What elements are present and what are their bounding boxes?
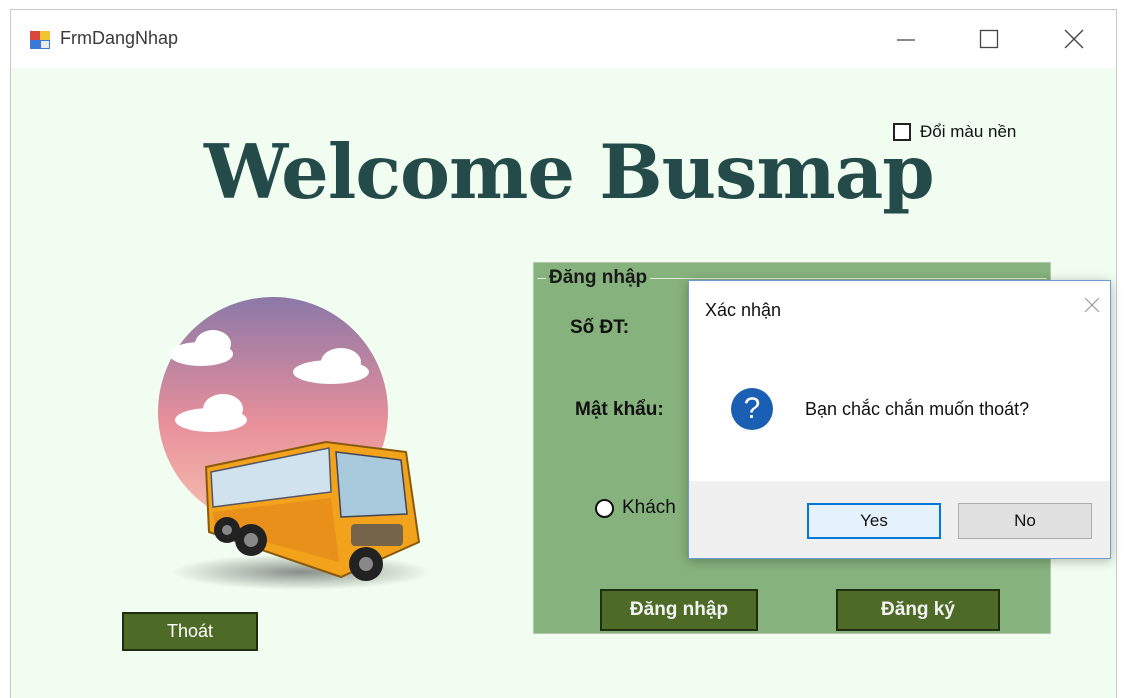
question-icon: ? xyxy=(731,388,773,430)
maximize-button[interactable] xyxy=(966,22,1012,56)
minimize-icon xyxy=(897,39,915,41)
password-label: Mật khẩu: xyxy=(575,399,664,420)
background-color-label: Đổi màu nền xyxy=(920,122,1017,141)
radio-button[interactable] xyxy=(595,498,614,518)
register-button[interactable]: Đăng ký xyxy=(836,589,1000,631)
minimize-button[interactable] xyxy=(883,22,929,56)
welcome-heading: Welcome Busmap xyxy=(204,128,935,216)
bus-illustration xyxy=(158,297,431,590)
dialog-footer: Yes No xyxy=(689,481,1110,558)
dialog-close-icon[interactable] xyxy=(1084,297,1100,313)
title-bar[interactable]: FrmDangNhap xyxy=(11,10,1116,68)
phone-label: Số ĐT: xyxy=(570,317,630,338)
exit-button[interactable]: Thoát xyxy=(122,612,258,651)
login-button[interactable]: Đăng nhập xyxy=(600,589,758,631)
login-group-title: Đăng nhập xyxy=(546,267,651,289)
no-button[interactable]: No xyxy=(958,503,1092,539)
close-button[interactable] xyxy=(1051,22,1097,56)
window-title: FrmDangNhap xyxy=(60,28,179,48)
yes-button[interactable]: Yes xyxy=(807,503,941,539)
confirm-dialog: Xác nhận ? Bạn chắc chắn muốn thoát? Yes… xyxy=(688,280,1111,559)
app-icon xyxy=(30,31,50,49)
guest-radio-label: Khách xyxy=(622,497,676,518)
close-icon xyxy=(1064,29,1084,49)
dialog-message: Bạn chắc chắn muốn thoát? xyxy=(805,399,1030,419)
guest-radio[interactable]: Khách xyxy=(595,497,676,519)
dialog-title: Xác nhận xyxy=(705,300,782,320)
maximize-icon xyxy=(979,29,999,49)
